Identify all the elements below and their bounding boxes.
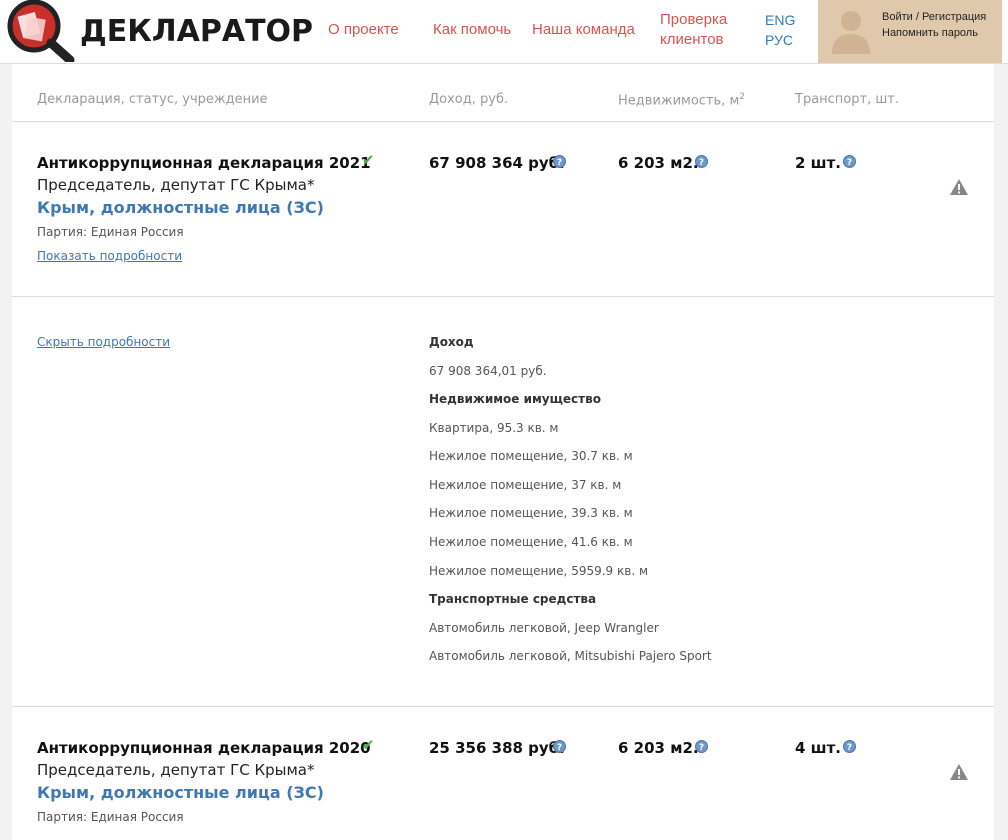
svg-text:?: ?	[699, 158, 704, 168]
user-avatar-icon	[832, 11, 870, 54]
col-header-realty-sup: 2	[739, 92, 745, 102]
declaration-title[interactable]: Антикоррупционная декларация 2020	[37, 739, 371, 757]
help-icon[interactable]: ?	[843, 740, 856, 753]
hide-details-link[interactable]: Скрыть подробности	[37, 335, 170, 349]
income-value: 25 356 388 руб.	[429, 739, 565, 757]
party-label: Партия: Единая Россия	[37, 810, 184, 824]
realty-item: Квартира, 95.3 кв. м	[429, 421, 559, 435]
official-position: Председатель, депутат ГС Крыма*	[37, 176, 315, 194]
realty-item: Нежилое помещение, 41.6 кв. м	[429, 535, 633, 549]
svg-text:?: ?	[847, 743, 852, 753]
svg-text:?: ?	[699, 743, 704, 753]
help-icon[interactable]: ?	[695, 155, 708, 168]
col-header-income: Доход, руб.	[429, 92, 509, 107]
region-link[interactable]: Крым, должностные лица (ЗС)	[37, 783, 324, 802]
realty-value: 6 203 м2.	[618, 739, 699, 757]
transport-value: 4 шт.	[795, 739, 841, 757]
divider	[12, 121, 994, 122]
site-header: ДЕКЛАРАТОР О проекте Как помочь Наша ком…	[0, 0, 1008, 64]
svg-text:?: ?	[557, 743, 562, 753]
svg-text:?: ?	[847, 158, 852, 168]
realty-item: Нежилое помещение, 5959.9 кв. м	[429, 564, 648, 578]
login-register-link[interactable]: Войти / Регистрация	[882, 9, 986, 25]
realty-item: Нежилое помещение, 39.3 кв. м	[429, 506, 633, 520]
lang-eng[interactable]: ENG	[765, 12, 795, 28]
transport-value: 2 шт.	[795, 154, 841, 172]
verified-check-icon: ✔	[362, 736, 375, 754]
col-header-transport: Транспорт, шт.	[795, 92, 899, 107]
details-realty-header: Недвижимое имущество	[429, 392, 601, 406]
declaration-title[interactable]: Антикоррупционная декларация 2021	[37, 154, 371, 172]
col-header-realty: Недвижимость, м2	[618, 92, 745, 108]
realty-item: Нежилое помещение, 30.7 кв. м	[429, 449, 633, 463]
divider	[12, 706, 994, 707]
help-icon[interactable]: ?	[695, 740, 708, 753]
verified-check-icon: ✔	[362, 151, 375, 169]
help-icon[interactable]: ?	[553, 740, 566, 753]
help-icon[interactable]: ?	[843, 155, 856, 168]
official-position: Председатель, депутат ГС Крыма*	[37, 761, 315, 779]
realty-item: Нежилое помещение, 37 кв. м	[429, 478, 622, 492]
warning-icon[interactable]	[949, 763, 969, 781]
details-income-header: Доход	[429, 335, 474, 349]
nav-check-clients-line2[interactable]: клиентов	[660, 30, 724, 50]
logo-magnifier-icon[interactable]	[4, 0, 76, 62]
svg-text:?: ?	[557, 158, 562, 168]
realty-value: 6 203 м2.	[618, 154, 699, 172]
nav-help[interactable]: Как помочь	[433, 20, 511, 40]
transport-item: Автомобиль легковой, Jeep Wrangler	[429, 621, 659, 635]
lang-rus[interactable]: РУС	[765, 32, 793, 48]
nav-about[interactable]: О проекте	[328, 20, 399, 40]
warning-icon[interactable]	[949, 178, 969, 196]
nav-team[interactable]: Наша команда	[532, 20, 635, 40]
income-value: 67 908 364 руб.	[429, 154, 565, 172]
user-box: Войти / Регистрация Напомнить пароль	[818, 0, 1002, 63]
col-header-declaration: Декларация, статус, учреждение	[37, 92, 268, 107]
col-header-realty-label: Недвижимость, м	[618, 93, 740, 109]
details-transport-header: Транспортные средства	[429, 592, 597, 606]
help-icon[interactable]: ?	[553, 155, 566, 168]
region-link[interactable]: Крым, должностные лица (ЗС)	[37, 198, 324, 217]
transport-item: Автомобиль легковой, Mitsubishi Pajero S…	[429, 649, 712, 663]
show-details-link[interactable]: Показать подробности	[37, 249, 182, 263]
remind-password-link[interactable]: Напомнить пароль	[882, 25, 986, 41]
party-label: Партия: Единая Россия	[37, 225, 184, 239]
declarations-table: Декларация, статус, учреждение Доход, ру…	[12, 64, 994, 840]
brand-title[interactable]: ДЕКЛАРАТОР	[80, 14, 313, 49]
details-income-value: 67 908 364,01 руб.	[429, 364, 547, 378]
divider	[12, 296, 994, 297]
nav-check-clients-line1[interactable]: Проверка	[660, 10, 727, 30]
